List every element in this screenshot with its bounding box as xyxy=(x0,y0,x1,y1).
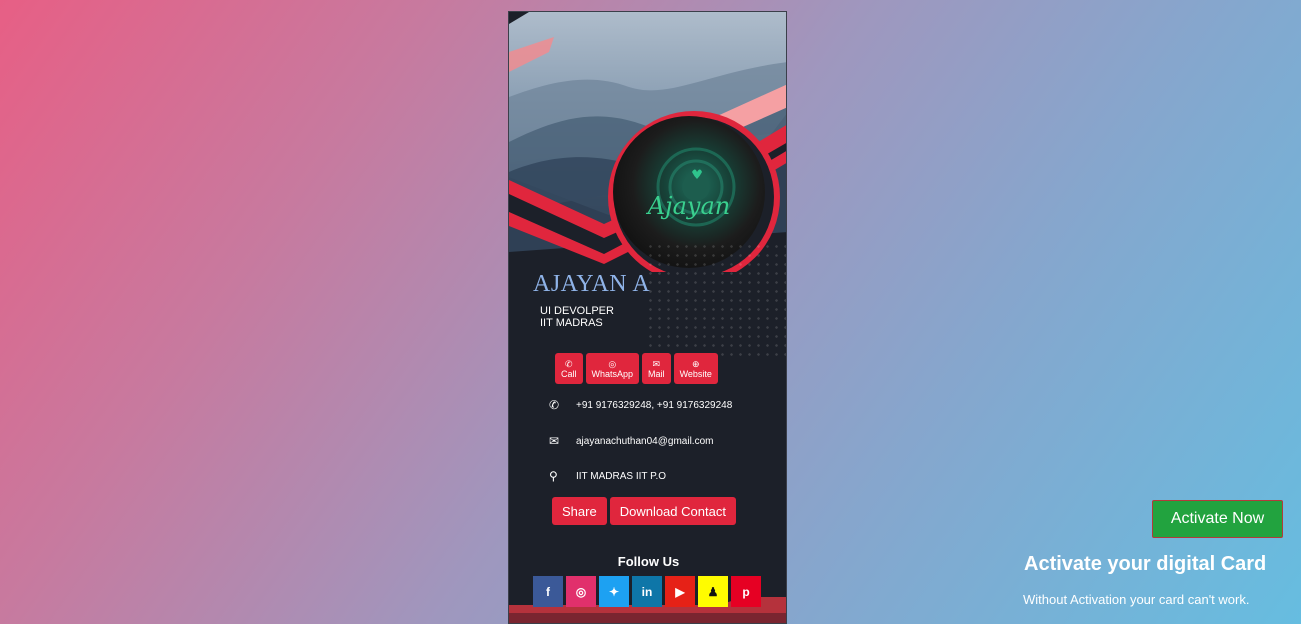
phone-text[interactable]: +91 9176329248, +91 9176329248 xyxy=(576,400,732,411)
card-role: UI DEVOLPER xyxy=(540,305,614,317)
map-marker-icon: ⚲ xyxy=(549,469,558,483)
social-links: f ◎ ✦ in ▶ ♟ p xyxy=(533,576,761,607)
address-row: ⚲ IIT MADRAS IIT P.O xyxy=(549,469,666,483)
download-contact-button[interactable]: Download Contact xyxy=(609,497,736,525)
logo-signature: Ajayan xyxy=(647,192,731,220)
whatsapp-button[interactable]: ◎ WhatsApp xyxy=(585,353,640,384)
card-name: AJAYAN A xyxy=(533,271,651,297)
card-buttons: Share Download Contact xyxy=(552,497,736,525)
card-header: Ajayan xyxy=(509,12,786,272)
share-button[interactable]: Share xyxy=(552,497,607,525)
email-row: ✉ ajayanachuthan04@gmail.com xyxy=(549,434,713,448)
website-label: Website xyxy=(679,368,712,379)
call-button[interactable]: ✆ Call xyxy=(555,353,583,384)
mail-button[interactable]: ✉ Mail xyxy=(642,353,671,384)
activate-title: Activate your digital Card xyxy=(1024,553,1267,575)
dot-pattern xyxy=(646,242,786,362)
whatsapp-label: WhatsApp xyxy=(591,368,634,379)
mail-icon: ✉ xyxy=(549,434,560,448)
activate-subtitle: Without Activation your card can't work. xyxy=(1023,592,1250,607)
linkedin-icon[interactable]: in xyxy=(632,576,662,607)
twitter-icon[interactable]: ✦ xyxy=(599,576,629,607)
card-org: IIT MADRAS xyxy=(540,317,603,329)
call-label: Call xyxy=(561,368,577,379)
digital-card: Ajayan AJAYAN A UI DEVOLPER IIT MADRAS ✆… xyxy=(508,11,787,624)
website-button[interactable]: ⊕ Website xyxy=(673,353,718,384)
globe-icon: ⊕ xyxy=(691,358,700,369)
pinterest-icon[interactable]: p xyxy=(731,576,761,607)
email-text[interactable]: ajayanachuthan04@gmail.com xyxy=(576,436,713,447)
card-subtitle: UI DEVOLPER IIT MADRAS xyxy=(540,305,614,329)
phone-row: ✆ +91 9176329248, +91 9176329248 xyxy=(549,398,732,412)
youtube-icon[interactable]: ▶ xyxy=(665,576,695,607)
mail-label: Mail xyxy=(648,368,665,379)
whatsapp-icon: ◎ xyxy=(608,358,617,369)
phone-icon: ✆ xyxy=(549,398,560,412)
phone-icon: ✆ xyxy=(564,358,573,369)
quick-actions: ✆ Call ◎ WhatsApp ✉ Mail ⊕ Website xyxy=(555,353,718,384)
header-artwork xyxy=(509,12,786,272)
mail-icon: ✉ xyxy=(652,358,661,369)
snapchat-icon[interactable]: ♟ xyxy=(698,576,728,607)
activate-now-button[interactable]: Activate Now xyxy=(1152,500,1283,538)
facebook-icon[interactable]: f xyxy=(533,576,563,607)
address-text: IIT MADRAS IIT P.O xyxy=(576,470,667,482)
instagram-icon[interactable]: ◎ xyxy=(566,576,596,607)
follow-us-heading: Follow Us xyxy=(617,554,680,569)
